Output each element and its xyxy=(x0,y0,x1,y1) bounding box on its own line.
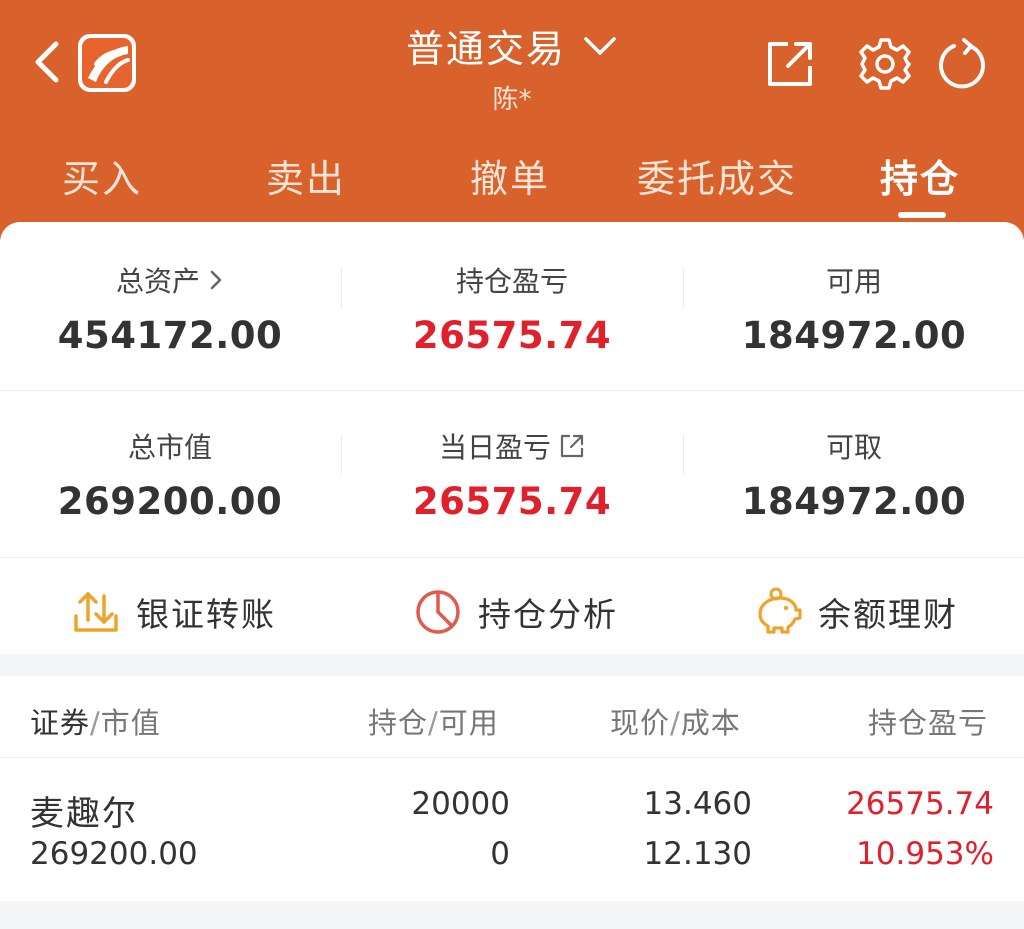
bank-transfer-label: 银证转账 xyxy=(136,595,276,634)
tab-positions[interactable]: 持仓 xyxy=(870,148,970,203)
active-tab-indicator xyxy=(898,212,946,218)
share-icon[interactable] xyxy=(762,36,818,92)
gear-icon[interactable] xyxy=(857,36,913,92)
refresh-icon[interactable] xyxy=(934,36,990,92)
tab-bar: 买入 卖出 撤单 委托成交 持仓 xyxy=(0,130,1024,230)
position-analysis-button[interactable]: 持仓分析 xyxy=(412,582,618,642)
external-link-icon[interactable] xyxy=(559,433,585,459)
balance-wealth-label: 余额理财 xyxy=(818,595,958,634)
stock-market-value: 269200.00 xyxy=(30,836,198,872)
market-value-value: 269200.00 xyxy=(57,480,283,523)
column-header-security[interactable]: 证券/市值 xyxy=(30,700,161,742)
row-divider xyxy=(0,390,1024,391)
available-stat: 可用 184972.00 xyxy=(684,260,1024,357)
tab-buy[interactable]: 买入 xyxy=(52,148,152,203)
available-value: 184972.00 xyxy=(741,314,967,357)
cost-price: 12.130 xyxy=(643,836,752,872)
piggy-bank-icon xyxy=(758,587,802,634)
account-summary-card: 总资产 454172.00 持仓盈亏 26575.74 可用 184972.00… xyxy=(0,222,1024,654)
available-qty: 0 xyxy=(490,836,510,872)
transfer-icon xyxy=(74,592,118,632)
daily-pnl-value: 26575.74 xyxy=(412,480,612,523)
total-assets-label: 总资产 xyxy=(115,265,200,298)
row-divider xyxy=(0,557,1024,558)
position-analysis-label: 持仓分析 xyxy=(478,595,618,634)
market-value-stat: 总市值 269200.00 xyxy=(0,426,340,523)
withdrawable-label: 可取 xyxy=(825,431,882,464)
stock-name: 麦趣尔 xyxy=(30,794,138,834)
available-label: 可用 xyxy=(825,265,882,298)
tab-sell[interactable]: 卖出 xyxy=(256,148,356,203)
holding-pnl-pct: 10.953% xyxy=(856,836,994,872)
position-pnl-stat: 持仓盈亏 26575.74 xyxy=(342,260,682,357)
chevron-right-icon xyxy=(210,270,222,290)
tab-orders[interactable]: 委托成交 xyxy=(632,148,802,203)
column-header-price[interactable]: 现价/成本 xyxy=(610,700,741,742)
bank-transfer-button[interactable]: 银证转账 xyxy=(70,582,276,642)
top-header: 普通交易 陈* 买入 卖出 撤单 委托成交 持仓 xyxy=(0,0,1024,240)
position-pnl-value: 26575.74 xyxy=(412,314,612,357)
daily-pnl-stat[interactable]: 当日盈亏 26575.74 xyxy=(342,426,682,523)
page-title[interactable]: 普通交易 xyxy=(406,18,566,73)
position-pnl-label: 持仓盈亏 xyxy=(455,265,568,298)
tab-cancel[interactable]: 撤单 xyxy=(460,148,560,203)
header-divider xyxy=(0,757,1024,758)
holdings-table: 证券/市值 持仓/可用 现价/成本 持仓盈亏 麦趣尔 269200.00 200… xyxy=(0,676,1024,901)
position-qty: 20000 xyxy=(411,786,510,822)
holding-pnl: 26575.74 xyxy=(846,786,994,822)
chevron-down-icon[interactable] xyxy=(582,28,618,64)
column-header-pnl[interactable]: 持仓盈亏 xyxy=(868,700,988,742)
withdrawable-stat: 可取 184972.00 xyxy=(684,426,1024,523)
balance-wealth-button[interactable]: 余额理财 xyxy=(752,582,958,642)
daily-pnl-label: 当日盈亏 xyxy=(438,431,551,464)
current-price: 13.460 xyxy=(643,786,752,822)
total-assets-stat[interactable]: 总资产 454172.00 xyxy=(0,260,340,357)
withdrawable-value: 184972.00 xyxy=(741,480,967,523)
pie-chart-icon xyxy=(416,590,460,634)
market-value-label: 总市值 xyxy=(127,431,212,464)
column-header-position[interactable]: 持仓/可用 xyxy=(368,700,499,742)
total-assets-value: 454172.00 xyxy=(57,314,283,357)
